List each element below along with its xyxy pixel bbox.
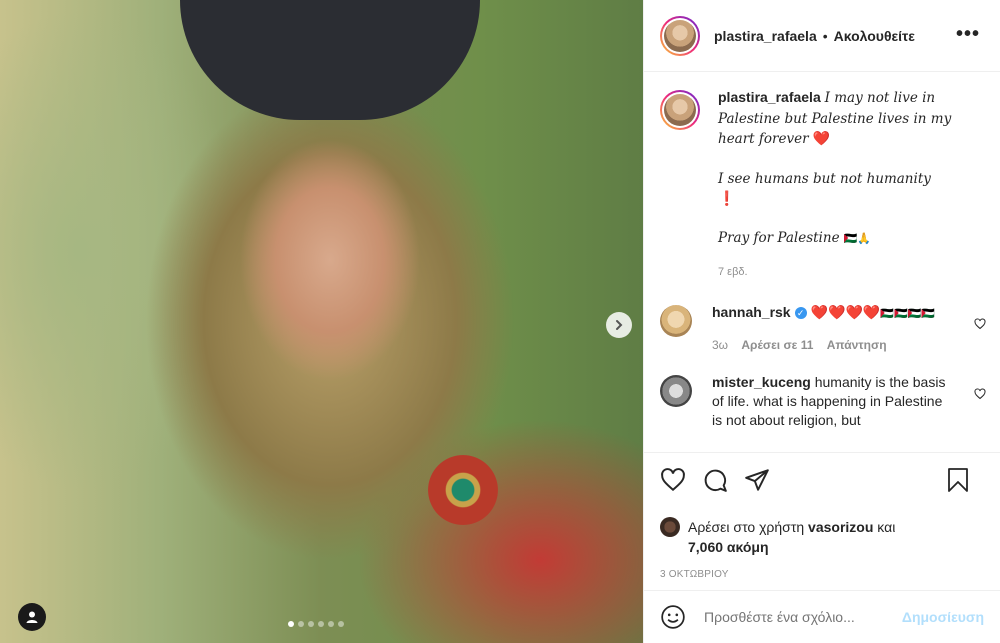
chevron-right-icon: [616, 320, 623, 330]
comment-likes[interactable]: Αρέσει σε 11: [741, 338, 813, 352]
caption-avatar[interactable]: [660, 90, 700, 130]
caption-heart-emoji: ❤️: [812, 130, 830, 146]
emoji-icon: [661, 605, 685, 629]
follow-status[interactable]: Ακολουθείτε: [834, 28, 915, 44]
carousel-dot: [308, 621, 314, 627]
commenter-username[interactable]: mister_kuceng: [712, 374, 811, 390]
share-icon: [745, 469, 769, 491]
author-username[interactable]: plastira_rafaela: [714, 28, 817, 44]
carousel-dots: [288, 621, 344, 627]
likes-summary: Αρέσει στο χρήστη vasorizou και 7,060 ακ…: [660, 517, 986, 557]
carousel-dot: [298, 621, 304, 627]
heart-icon: [974, 317, 986, 329]
user-tag-button[interactable]: [18, 603, 46, 631]
header-separator: •: [822, 27, 828, 44]
comment-button[interactable]: [702, 467, 728, 493]
commenter-avatar[interactable]: [660, 374, 692, 407]
comment-time[interactable]: 3ω: [712, 338, 728, 352]
comments-list[interactable]: plastira_rafaela I may not live in Pales…: [644, 72, 1000, 452]
bookmark-icon: [948, 468, 968, 492]
image-hair-shape: [180, 0, 480, 120]
like-button[interactable]: [660, 467, 686, 493]
commenter-username[interactable]: hannah_rsk: [712, 304, 791, 320]
caption-line-2: I see humans but not humanity: [718, 170, 931, 187]
carousel-next-button[interactable]: [606, 312, 632, 338]
more-icon[interactable]: •••: [956, 24, 980, 44]
caption-username[interactable]: plastira_rafaela: [718, 89, 821, 105]
comment-like-button[interactable]: [974, 387, 986, 405]
save-button[interactable]: [946, 467, 970, 493]
user-tag-icon: [26, 611, 38, 623]
comment-icon: [704, 469, 727, 492]
likes-count[interactable]: 7,060 ακόμη: [688, 539, 769, 555]
liker-username[interactable]: vasorizou: [808, 519, 873, 535]
post-actions: Αρέσει στο χρήστη vasorizou και 7,060 ακ…: [644, 452, 1000, 580]
comment-item: hannah_rsk ✓ ❤️❤️❤️❤️🇵🇸🇵🇸🇵🇸🇵🇸 3ω Αρέσει σε…: [644, 303, 1000, 355]
caption-exclamation-emoji: ❗: [718, 190, 736, 206]
commenter-avatar[interactable]: [660, 304, 692, 337]
post-image[interactable]: [0, 0, 643, 643]
heart-icon: [661, 468, 685, 492]
comment-like-button[interactable]: [974, 317, 986, 335]
author-avatar[interactable]: [660, 15, 700, 56]
comment-item: mister_kuceng humanity is the basis of l…: [644, 373, 1000, 430]
post-comment-button[interactable]: Δημοσίευση: [902, 609, 984, 625]
carousel-dot: [338, 621, 344, 627]
likes-prefix: Αρέσει στο χρήστη: [688, 519, 805, 535]
caption: plastira_rafaela I may not live in Pales…: [644, 72, 1000, 283]
carousel-dot: [328, 621, 334, 627]
post-side-panel: plastira_rafaela • Ακολουθείτε ••• plast…: [643, 0, 1000, 643]
carousel-dot: [288, 621, 294, 627]
caption-flag-emoji: 🇵🇸🙏: [843, 232, 871, 245]
liker-avatar[interactable]: [660, 517, 680, 537]
add-comment-bar: Δημοσίευση: [644, 590, 1000, 643]
post-date[interactable]: 3 ΟΚΤΩΒΡΙΟΥ: [660, 569, 986, 580]
comment-reply-button[interactable]: Απάντηση: [827, 338, 887, 352]
carousel-dot: [318, 621, 324, 627]
emoji-button[interactable]: [660, 604, 686, 630]
share-button[interactable]: [744, 467, 770, 493]
post-header: plastira_rafaela • Ακολουθείτε •••: [644, 0, 1000, 72]
likes-conj: και: [877, 519, 896, 535]
image-brooch-shape: [428, 455, 498, 525]
comment-input[interactable]: [702, 608, 902, 626]
heart-icon: [974, 387, 986, 399]
caption-time[interactable]: 7 εβδ.: [718, 263, 984, 283]
comment-meta: 3ω Αρέσει σε 11 Απάντηση: [712, 336, 952, 355]
comment-hearts: ❤️❤️❤️❤️: [810, 303, 881, 320]
verified-icon: ✓: [794, 306, 807, 319]
comment-flags: 🇵🇸🇵🇸🇵🇸🇵🇸: [880, 307, 936, 320]
caption-line-3: Pray for Palestine: [718, 229, 840, 246]
